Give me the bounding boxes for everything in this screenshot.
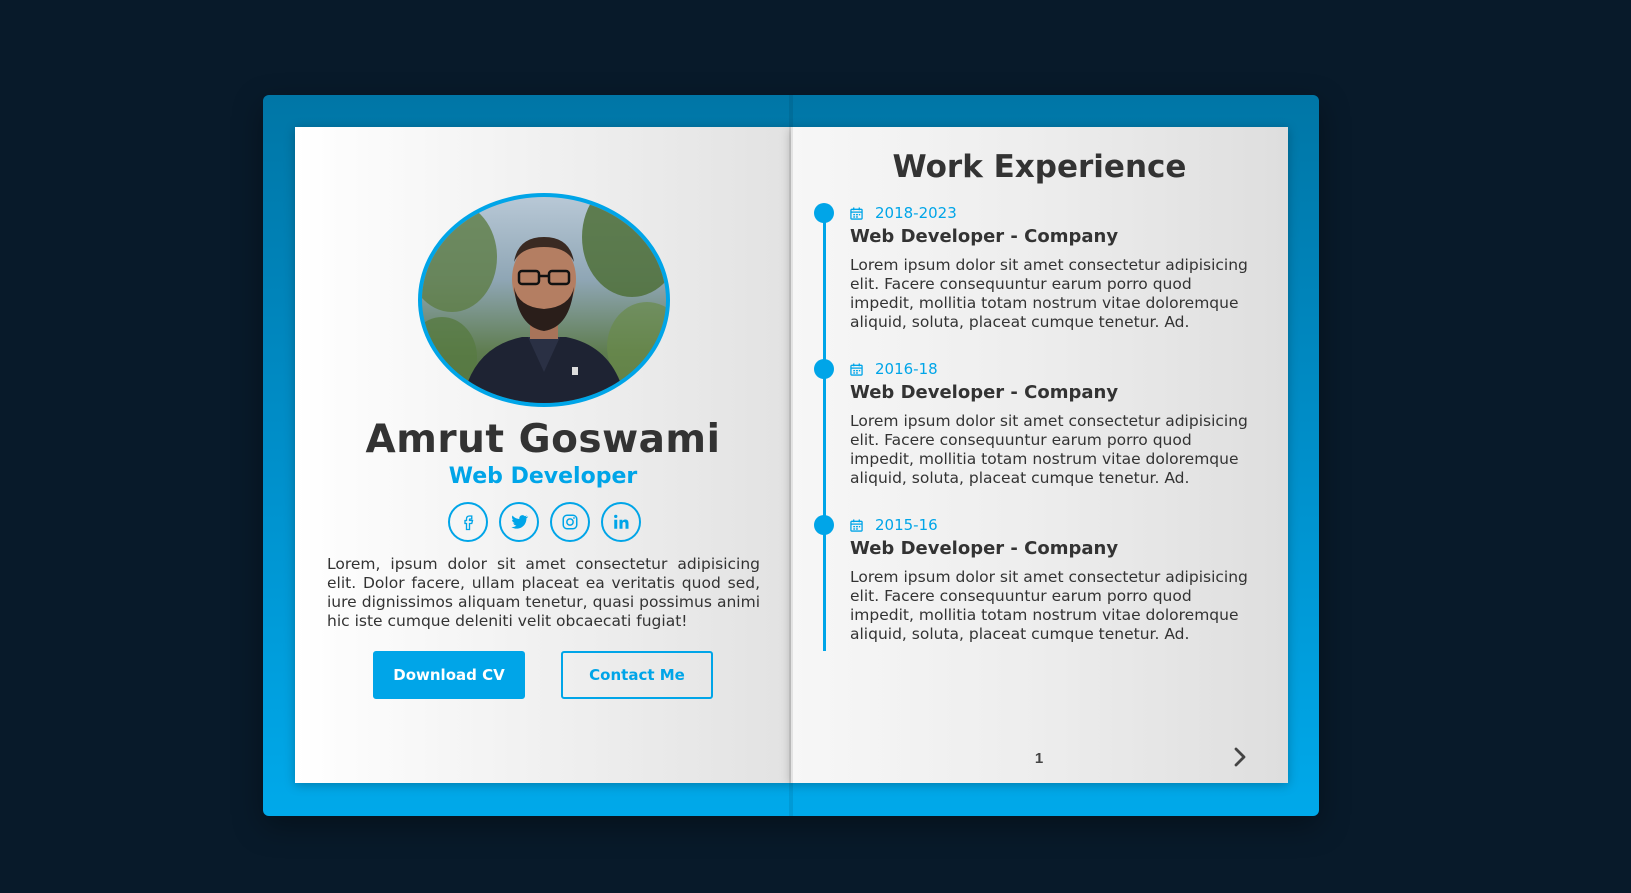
- timeline-dot: [814, 515, 834, 535]
- entry-title: Web Developer - Company: [850, 226, 1119, 247]
- chevron-right-icon[interactable]: [1230, 744, 1250, 770]
- linkedin-icon[interactable]: [601, 502, 641, 542]
- calendar-icon: [850, 362, 863, 376]
- entry-description: Lorem ipsum dolor sit amet consectetur a…: [850, 568, 1248, 643]
- profile-role: Web Developer: [448, 464, 638, 489]
- twitter-icon[interactable]: [499, 502, 539, 542]
- entry-date: 2015-16: [875, 516, 938, 534]
- social-links: [448, 502, 641, 542]
- profile-page: Amrut Goswami Web Developer Lorem, ipsum…: [295, 127, 791, 783]
- experience-page: Work Experience 2018-2023 Web Developer …: [791, 127, 1288, 783]
- facebook-icon[interactable]: [448, 502, 488, 542]
- book: Amrut Goswami Web Developer Lorem, ipsum…: [263, 95, 1319, 816]
- calendar-icon: [850, 206, 863, 220]
- timeline-line: [823, 213, 826, 651]
- profile-name: Amrut Goswami: [365, 417, 721, 462]
- profile-photo: [418, 193, 670, 407]
- timeline-dot: [814, 203, 834, 223]
- section-title: Work Experience: [892, 149, 1187, 185]
- contact-me-button[interactable]: Contact Me: [561, 651, 713, 699]
- entry-title: Web Developer - Company: [850, 382, 1119, 403]
- entry-title: Web Developer - Company: [850, 538, 1119, 559]
- download-cv-button[interactable]: Download CV: [373, 651, 525, 699]
- timeline-dot: [814, 359, 834, 379]
- page-number: 1: [1034, 750, 1044, 767]
- entry-date: 2016-18: [875, 360, 938, 378]
- entry-description: Lorem ipsum dolor sit amet consectetur a…: [850, 256, 1248, 331]
- profile-bio: Lorem, ipsum dolor sit amet consectetur …: [327, 555, 760, 630]
- entry-date: 2018-2023: [875, 204, 957, 222]
- instagram-icon[interactable]: [550, 502, 590, 542]
- calendar-icon: [850, 518, 863, 532]
- entry-description: Lorem ipsum dolor sit amet consectetur a…: [850, 412, 1248, 487]
